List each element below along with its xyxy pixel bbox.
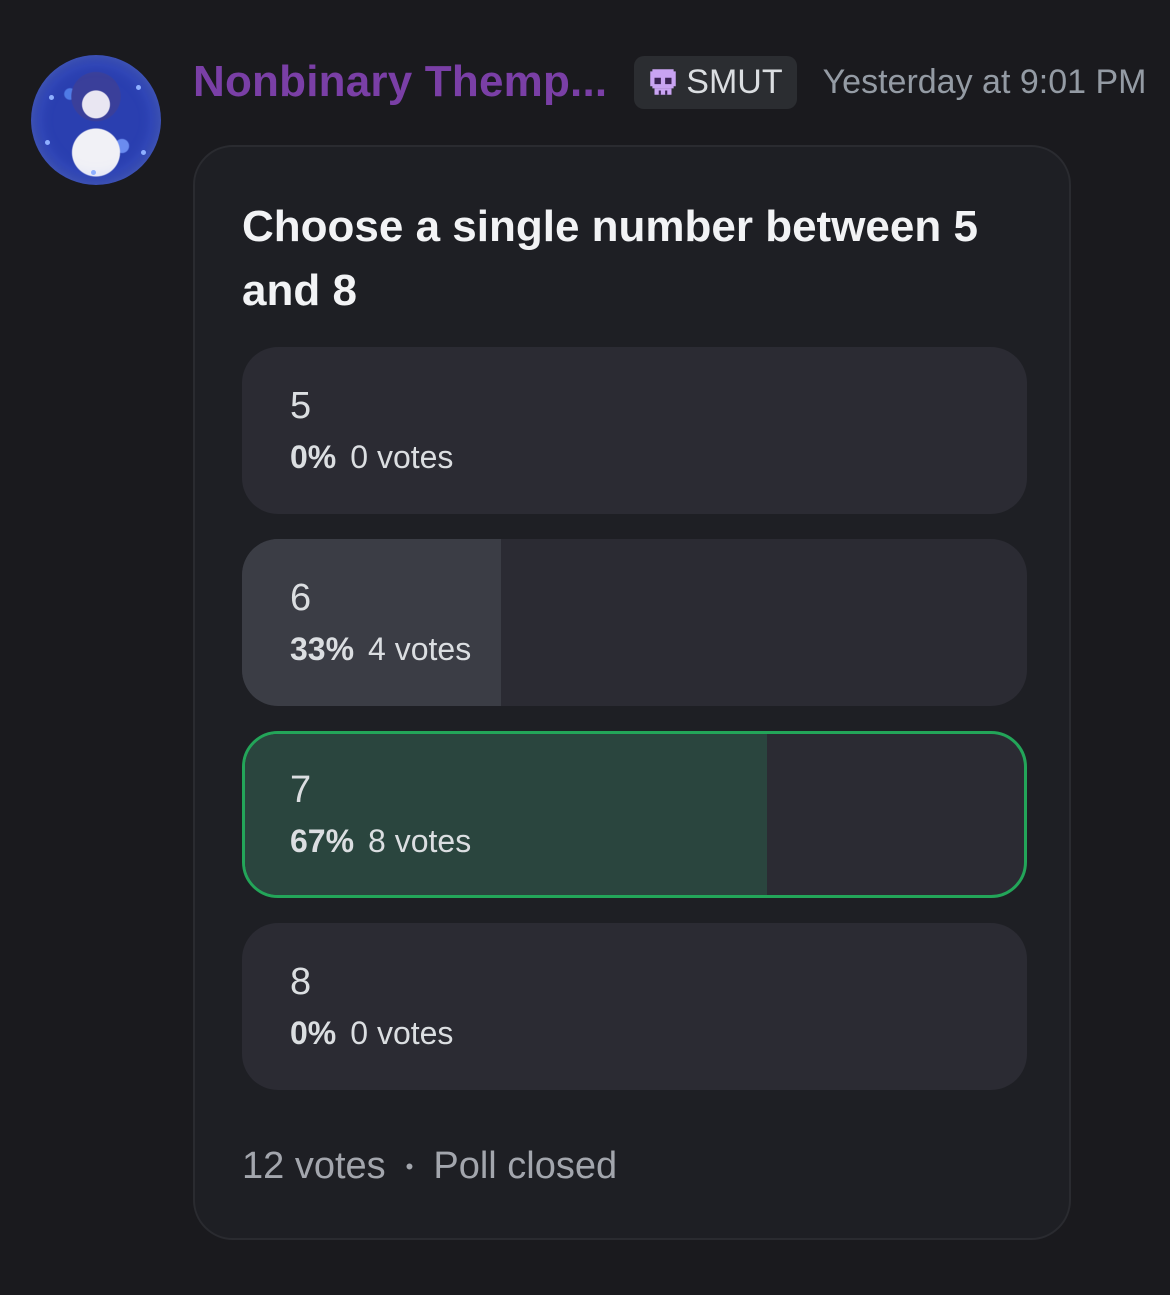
answer-stats: 33% 4 votes — [290, 631, 471, 668]
answer-fill-bar — [242, 539, 502, 706]
answer-label: 7 — [290, 769, 312, 811]
answer-label: 5 — [290, 385, 312, 427]
skull-icon — [650, 69, 677, 95]
answer-votes: 8 votes — [368, 823, 472, 859]
answer-label: 8 — [290, 961, 312, 1003]
answer-percent: 67% — [290, 823, 355, 859]
poll-question: Choose a single number between 5 and 8 — [242, 202, 978, 315]
poll-answer[interactable]: 5 0% 0 votes — [242, 347, 1027, 514]
poll-status: Poll closed — [433, 1145, 618, 1187]
answer-label: 6 — [290, 577, 312, 619]
poll-answer-chosen[interactable]: 7 67% 8 votes — [242, 731, 1027, 898]
answer-votes: 4 votes — [368, 631, 472, 667]
separator-dot: • — [405, 1153, 414, 1179]
message-header: Nonbinary Themp... SMUT Yesterday at 9:0… — [193, 52, 1146, 112]
poll-footer: 12 votes • Poll closed — [242, 1145, 617, 1188]
answer-votes: 0 votes — [350, 439, 454, 475]
poll-total-votes: 12 votes — [242, 1145, 386, 1187]
poll-answer[interactable]: 6 33% 4 votes — [242, 539, 1027, 706]
answer-percent: 33% — [290, 631, 355, 667]
user-avatar[interactable] — [31, 55, 161, 185]
answer-stats: 0% 0 votes — [290, 1015, 453, 1052]
message-timestamp: Yesterday at 9:01 PM — [822, 62, 1147, 101]
role-tag-label: SMUT — [686, 62, 783, 101]
answer-percent: 0% — [290, 1015, 337, 1051]
poll-card: Choose a single number between 5 and 8 5… — [193, 145, 1071, 1240]
answer-percent: 0% — [290, 439, 337, 475]
role-tag[interactable]: SMUT — [634, 55, 797, 109]
answer-stats: 0% 0 votes — [290, 439, 453, 476]
username[interactable]: Nonbinary Themp... — [193, 57, 607, 107]
answer-stats: 67% 8 votes — [290, 823, 471, 860]
answer-votes: 0 votes — [350, 1015, 454, 1051]
answer-fill-bar — [245, 734, 767, 895]
poll-answer[interactable]: 8 0% 0 votes — [242, 923, 1027, 1090]
